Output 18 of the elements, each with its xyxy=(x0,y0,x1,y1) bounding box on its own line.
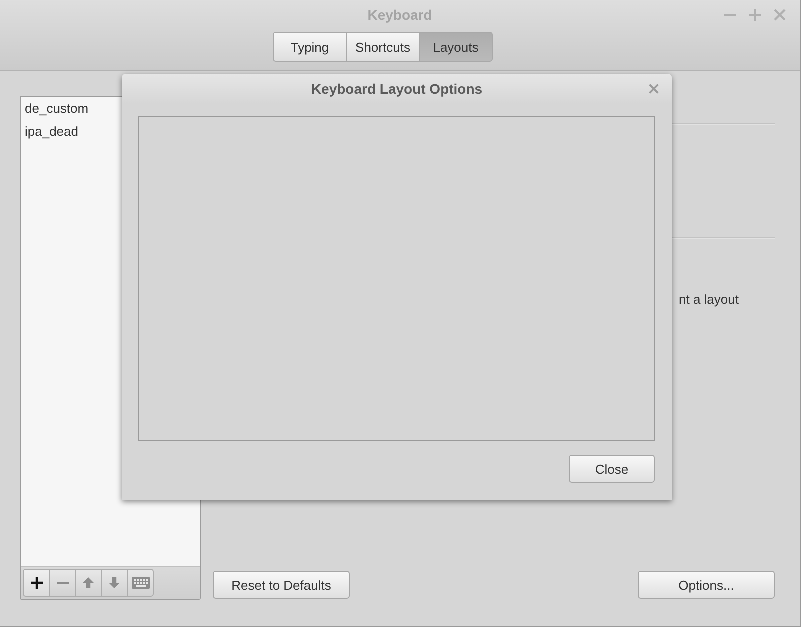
close-button[interactable]: Close xyxy=(569,455,655,483)
plus-icon xyxy=(30,577,42,589)
close-icon[interactable] xyxy=(774,9,786,21)
dialog-title: Keyboard Layout Options xyxy=(311,81,483,97)
down-arrow-icon xyxy=(109,577,120,589)
up-arrow-icon xyxy=(83,577,94,589)
maximize-icon[interactable] xyxy=(749,9,761,21)
reset-defaults-button[interactable]: Reset to Defaults xyxy=(213,571,350,599)
minus-icon xyxy=(56,582,68,584)
add-button[interactable] xyxy=(23,569,50,597)
keyboard-icon xyxy=(132,577,150,589)
tab[interactable]: Typing xyxy=(273,32,347,62)
close-icon[interactable] xyxy=(649,84,659,94)
instruction-text: nt a layout xyxy=(679,292,739,308)
tab[interactable]: Layouts xyxy=(419,32,493,62)
window-title: Keyboard xyxy=(368,7,432,23)
tab[interactable]: Shortcuts xyxy=(346,32,420,62)
options-button[interactable]: Options... xyxy=(638,571,775,599)
